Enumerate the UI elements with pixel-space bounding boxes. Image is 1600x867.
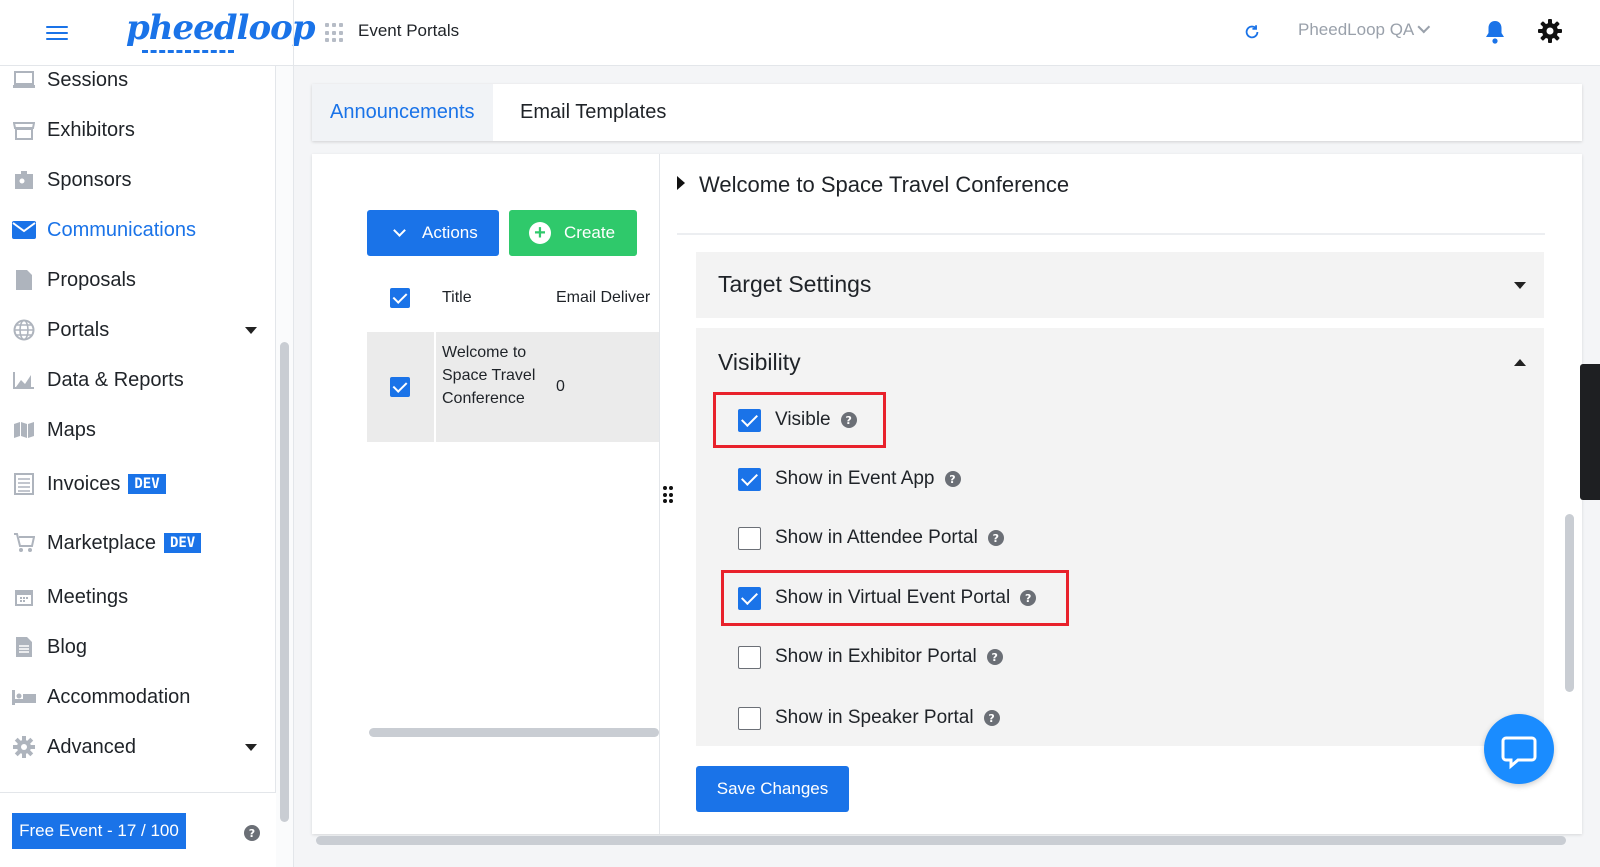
marketplace-label: Marketplace: [47, 531, 156, 554]
sidebar-item-accommodation[interactable]: Accommodation: [0, 677, 276, 717]
target-settings-panel[interactable]: Target Settings: [696, 252, 1544, 318]
top-divider: [293, 0, 294, 66]
help-icon[interactable]: ?: [944, 471, 961, 487]
target-settings-title: Target Settings: [718, 271, 872, 297]
plus-circle-icon: +: [529, 222, 551, 244]
sidebar-item-exhibitors[interactable]: Exhibitors: [0, 110, 276, 150]
refresh-icon[interactable]: [1243, 23, 1261, 41]
show-in-exhibitor-portal-option[interactable]: Show in Exhibitor Portal ?: [738, 644, 1003, 670]
hamburger-menu-icon[interactable]: [46, 22, 68, 44]
create-button[interactable]: + Create: [509, 210, 637, 256]
list-horizontal-scrollbar[interactable]: [369, 728, 659, 737]
announcement-title-toggle[interactable]: Welcome to Space Travel Conference: [677, 172, 1069, 198]
detail-vertical-scrollbar[interactable]: [1565, 514, 1574, 692]
sidebar-footer: Free Event - 17 / 100 ?: [0, 792, 276, 867]
caret-up-icon[interactable]: [1514, 359, 1526, 366]
sidebar-item-sponsors[interactable]: Sponsors: [0, 160, 276, 200]
chevron-down-icon: [1417, 20, 1431, 34]
show-in-exhibitor-portal-checkbox[interactable]: [738, 645, 761, 669]
invoices-label: Invoices: [47, 472, 121, 495]
envelope-icon: [12, 219, 36, 241]
sidebar: Sessions Exhibitors Sponsors Communicati…: [0, 66, 276, 867]
notification-bell-icon[interactable]: [1483, 19, 1507, 45]
help-icon[interactable]: ?: [983, 710, 1000, 726]
row-title-cell: Welcome to Space Travel Conference: [442, 344, 536, 407]
caret-down-icon[interactable]: [245, 326, 257, 334]
sidebar-item-data-reports[interactable]: Data & Reports: [0, 360, 276, 400]
save-changes-button[interactable]: Save Changes: [696, 766, 849, 812]
row-checkbox[interactable]: [390, 377, 410, 397]
document-icon: [12, 269, 36, 291]
tab-bar: Announcements Email Templates: [312, 84, 1582, 141]
cog-icon: [12, 736, 36, 758]
row-divider: [434, 332, 436, 442]
sidebar-item-blog[interactable]: Blog: [0, 627, 276, 667]
highlight-box-visible: [713, 392, 886, 448]
dev-badge: DEV: [163, 532, 202, 553]
storefront-icon: [12, 119, 36, 141]
sidebar-item-invoices[interactable]: Invoices DEV: [0, 464, 276, 504]
caret-down-icon[interactable]: [1514, 282, 1526, 289]
show-in-event-app-checkbox[interactable]: [738, 467, 761, 491]
visibility-title: Visibility: [718, 349, 801, 375]
sidebar-item-maps[interactable]: Maps: [0, 410, 276, 450]
page-horizontal-scrollbar[interactable]: [316, 836, 1566, 845]
file-text-icon: [12, 636, 36, 658]
sidebar-item-advanced[interactable]: Advanced: [0, 727, 276, 767]
help-icon[interactable]: ?: [986, 649, 1003, 665]
triangle-right-icon: [677, 176, 685, 190]
page-title: Event Portals: [358, 21, 460, 40]
pane-divider: [659, 154, 660, 834]
pheedloop-logo[interactable]: pheedloop: [126, 8, 316, 58]
sidebar-item-marketplace[interactable]: Marketplace DEV: [0, 523, 276, 563]
caret-down-icon[interactable]: [245, 743, 257, 751]
show-in-event-app-option[interactable]: Show in Event App ?: [738, 466, 961, 492]
chat-bubble-icon: [1501, 736, 1537, 770]
apps-grid-icon[interactable]: [325, 23, 345, 43]
sidebar-item-communications[interactable]: Communications: [0, 210, 276, 250]
bed-icon: [12, 686, 36, 708]
globe-icon: [12, 319, 36, 341]
top-bar: pheedloop Event Portals PheedLoop QA: [0, 0, 1600, 66]
sidebar-item-portals[interactable]: Portals: [0, 310, 276, 350]
settings-gear-icon[interactable]: [1537, 18, 1563, 44]
badge-icon: [12, 169, 36, 191]
select-all-checkbox[interactable]: [390, 288, 410, 308]
help-icon[interactable]: ?: [244, 825, 260, 841]
area-chart-icon: [12, 369, 36, 391]
column-header-title[interactable]: Title: [442, 289, 472, 307]
chat-support-button[interactable]: [1484, 714, 1554, 784]
show-in-speaker-portal-option[interactable]: Show in Speaker Portal ?: [738, 705, 1000, 731]
map-icon: [12, 419, 36, 441]
chevron-down-icon: [393, 224, 406, 237]
list-document-icon: [12, 473, 36, 495]
show-in-attendee-portal-option[interactable]: Show in Attendee Portal ?: [738, 525, 1004, 551]
dev-badge: DEV: [128, 473, 166, 494]
header-divider: [677, 233, 1545, 235]
drag-handle-icon[interactable]: [663, 486, 675, 504]
organization-selector[interactable]: PheedLoop QA: [1298, 20, 1431, 40]
actions-dropdown-button[interactable]: Actions: [367, 210, 499, 256]
highlight-box-virtual-event-portal: [721, 570, 1069, 626]
show-in-attendee-portal-checkbox[interactable]: [738, 526, 761, 550]
monitor-icon: [12, 69, 36, 91]
sidebar-item-meetings[interactable]: Meetings: [0, 577, 276, 617]
help-icon[interactable]: ?: [987, 530, 1004, 546]
tab-email-templates[interactable]: Email Templates: [520, 84, 666, 141]
column-header-email-delivered[interactable]: Email Deliver: [556, 289, 650, 307]
sidebar-scrollbar[interactable]: [280, 342, 289, 822]
show-in-speaker-portal-checkbox[interactable]: [738, 706, 761, 730]
row-email-delivered-cell: 0: [556, 378, 565, 395]
sidebar-item-proposals[interactable]: Proposals: [0, 260, 276, 300]
shopping-cart-icon: [12, 532, 36, 554]
calendar-icon: [12, 586, 36, 608]
sidebar-item-sessions[interactable]: Sessions: [0, 60, 276, 100]
free-event-plan-button[interactable]: Free Event - 17 / 100: [12, 813, 186, 849]
tab-announcements[interactable]: Announcements: [312, 84, 493, 141]
feedback-side-tab[interactable]: [1580, 364, 1600, 500]
app-root: pheedloop Event Portals PheedLoop QA Ses…: [0, 0, 1600, 867]
